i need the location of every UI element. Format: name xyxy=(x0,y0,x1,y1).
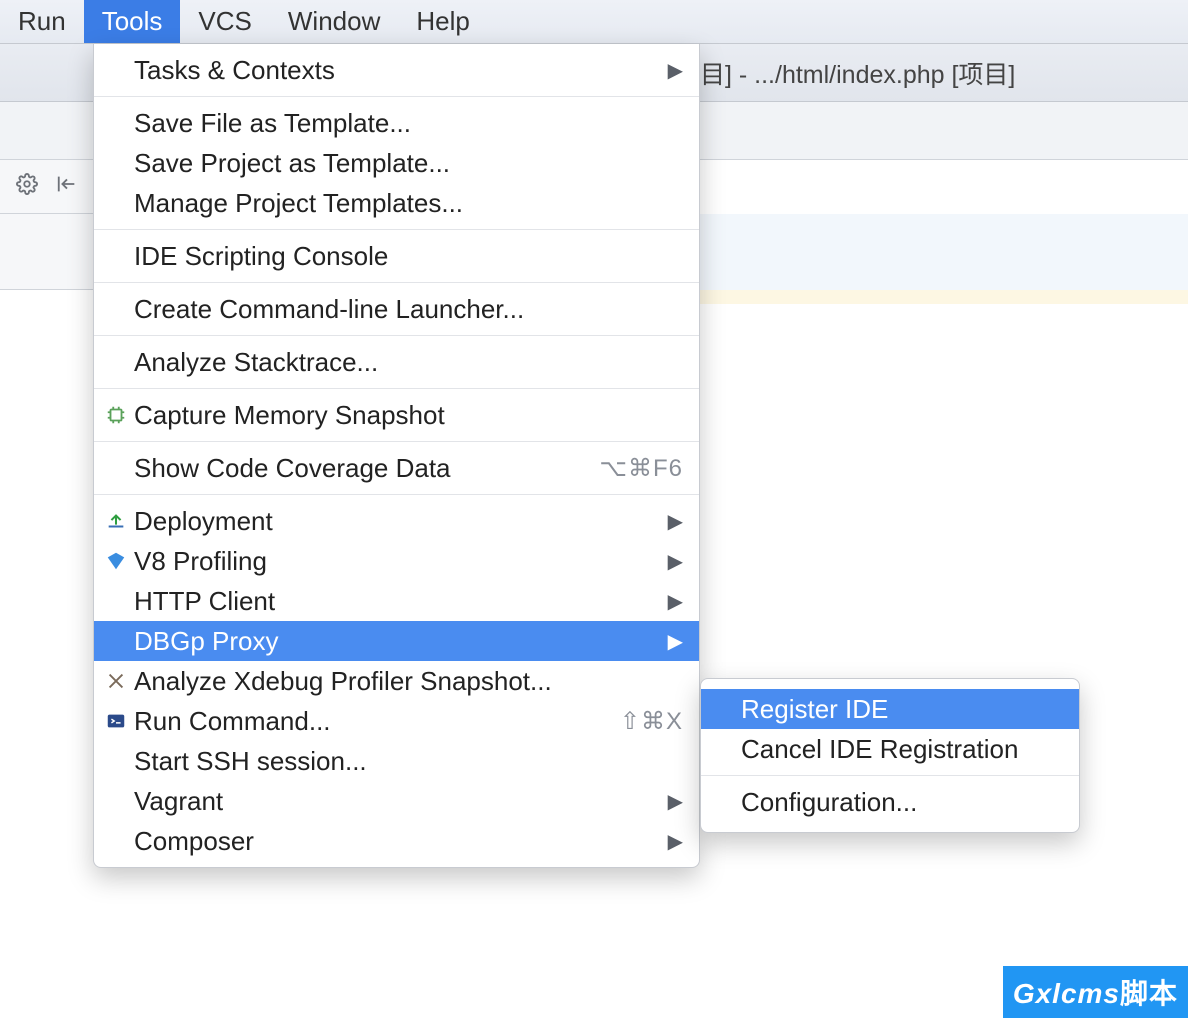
menu-item-label: Capture Memory Snapshot xyxy=(134,400,683,431)
chevron-right-icon: ▶ xyxy=(668,549,683,574)
watermark: Gxlcms脚本 xyxy=(1003,966,1188,1018)
menu-item-vagrant[interactable]: Vagrant ▶ xyxy=(94,781,699,821)
menu-item-start-ssh-session[interactable]: Start SSH session... xyxy=(94,741,699,781)
project-tool-buttons xyxy=(0,160,94,214)
menu-item-label: Vagrant xyxy=(134,786,668,817)
menu-item-manage-project-templates[interactable]: Manage Project Templates... xyxy=(94,183,699,223)
menu-item-label: Run Command... xyxy=(134,706,620,737)
chevron-right-icon: ▶ xyxy=(668,509,683,534)
menu-window[interactable]: Window xyxy=(270,0,398,43)
menu-item-run-command[interactable]: Run Command... ⇧⌘X xyxy=(94,701,699,741)
menu-item-label: Deployment xyxy=(134,506,668,537)
menu-item-label: Analyze Xdebug Profiler Snapshot... xyxy=(134,666,683,697)
chevron-right-icon: ▶ xyxy=(668,629,683,654)
menubar-label: Tools xyxy=(102,6,163,37)
menu-item-label: Manage Project Templates... xyxy=(134,188,683,219)
menu-item-label: Start SSH session... xyxy=(134,746,683,777)
menubar-label: Help xyxy=(416,6,469,37)
menu-item-composer[interactable]: Composer ▶ xyxy=(94,821,699,861)
menu-item-v8-profiling[interactable]: V8 Profiling ▶ xyxy=(94,541,699,581)
chevron-right-icon: ▶ xyxy=(668,58,683,83)
menu-item-capture-memory-snapshot[interactable]: Capture Memory Snapshot xyxy=(94,395,699,435)
menu-item-ide-scripting-console[interactable]: IDE Scripting Console xyxy=(94,236,699,276)
menu-item-show-code-coverage[interactable]: Show Code Coverage Data ⌥⌘F6 xyxy=(94,448,699,488)
upload-icon xyxy=(104,509,128,533)
menu-item-label: HTTP Client xyxy=(134,586,668,617)
menu-run[interactable]: Run xyxy=(0,0,84,43)
collapse-icon[interactable] xyxy=(56,173,78,200)
menu-item-save-file-template[interactable]: Save File as Template... xyxy=(94,103,699,143)
menu-item-analyze-stacktrace[interactable]: Analyze Stacktrace... xyxy=(94,342,699,382)
menu-item-label: Register IDE xyxy=(741,694,1063,725)
crossed-tools-icon xyxy=(104,669,128,693)
watermark-suffix: 脚本 xyxy=(1120,978,1178,1009)
menu-vcs[interactable]: VCS xyxy=(180,0,269,43)
menubar-label: VCS xyxy=(198,6,251,37)
tools-dropdown: Tasks & Contexts ▶ Save File as Template… xyxy=(93,44,700,868)
menubar-label: Window xyxy=(288,6,380,37)
sidebar-stripe xyxy=(0,214,94,290)
menu-item-label: Composer xyxy=(134,826,668,857)
menu-item-create-commandline-launcher[interactable]: Create Command-line Launcher... xyxy=(94,289,699,329)
menu-item-label: IDE Scripting Console xyxy=(134,241,683,272)
menu-item-label: Save Project as Template... xyxy=(134,148,683,179)
terminal-icon xyxy=(104,709,128,733)
menu-item-label: Cancel IDE Registration xyxy=(741,734,1063,765)
menu-item-label: Tasks & Contexts xyxy=(134,55,668,86)
submenu-item-configuration[interactable]: Configuration... xyxy=(701,782,1079,822)
gear-icon[interactable] xyxy=(16,173,38,200)
menu-item-label: Save File as Template... xyxy=(134,108,683,139)
menu-item-label: Configuration... xyxy=(741,787,1063,818)
chevron-right-icon: ▶ xyxy=(668,589,683,614)
menu-item-shortcut: ⇧⌘X xyxy=(620,707,683,736)
menu-item-dbgp-proxy[interactable]: DBGp Proxy ▶ xyxy=(94,621,699,661)
menu-item-deployment[interactable]: Deployment ▶ xyxy=(94,501,699,541)
v8-icon xyxy=(104,549,128,573)
submenu-item-cancel-ide-registration[interactable]: Cancel IDE Registration xyxy=(701,729,1079,769)
menu-item-tasks-contexts[interactable]: Tasks & Contexts ▶ xyxy=(94,50,699,90)
menu-item-http-client[interactable]: HTTP Client ▶ xyxy=(94,581,699,621)
menu-item-label: V8 Profiling xyxy=(134,546,668,577)
menubar-label: Run xyxy=(18,6,66,37)
menu-item-label: Analyze Stacktrace... xyxy=(134,347,683,378)
menu-item-label: DBGp Proxy xyxy=(134,626,668,657)
watermark-brand: Gxlcms xyxy=(1013,978,1120,1009)
menu-item-label: Create Command-line Launcher... xyxy=(134,294,683,325)
dbgp-proxy-submenu: Register IDE Cancel IDE Registration Con… xyxy=(700,678,1080,833)
menu-help[interactable]: Help xyxy=(398,0,487,43)
window-title: 目] - .../html/index.php [项目] xyxy=(700,55,1015,91)
menu-item-analyze-xdebug-profiler[interactable]: Analyze Xdebug Profiler Snapshot... xyxy=(94,661,699,701)
chevron-right-icon: ▶ xyxy=(668,829,683,854)
menu-tools[interactable]: Tools xyxy=(84,0,181,43)
menu-item-shortcut: ⌥⌘F6 xyxy=(599,454,683,483)
submenu-item-register-ide[interactable]: Register IDE xyxy=(701,689,1079,729)
chevron-right-icon: ▶ xyxy=(668,789,683,814)
menubar: Run Tools VCS Window Help xyxy=(0,0,1188,44)
menu-item-label: Show Code Coverage Data xyxy=(134,453,599,484)
menu-item-save-project-template[interactable]: Save Project as Template... xyxy=(94,143,699,183)
chip-icon xyxy=(104,403,128,427)
